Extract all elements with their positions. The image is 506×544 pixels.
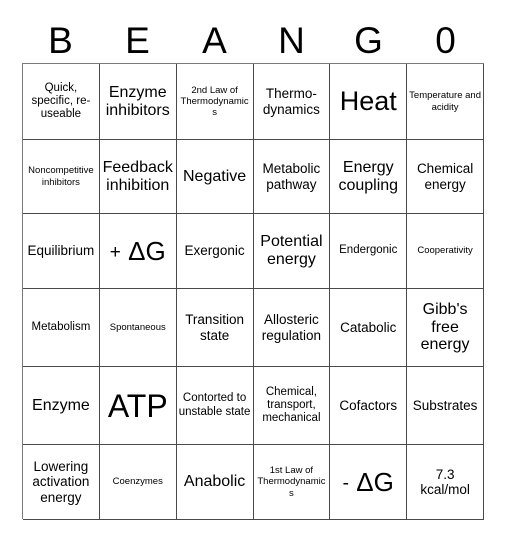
bingo-cell-label: Equilibrium: [27, 243, 95, 259]
bingo-cell[interactable]: Contorted to unstable state: [176, 367, 254, 445]
bingo-cell[interactable]: Endergonic: [330, 214, 408, 289]
bingo-cell-label: Chemical energy: [416, 161, 474, 192]
bingo-header-letter-0: B: [48, 20, 73, 61]
bingo-cell-label: Endergonic: [339, 244, 398, 257]
bingo-cell-label: 2nd Law of Thermodynamics: [180, 84, 249, 119]
bingo-cell-label: Heat: [339, 86, 397, 117]
bingo-cell-label: Cooperativity: [417, 245, 473, 257]
bingo-cell[interactable]: 1st Law of Thermodynamics: [253, 445, 331, 520]
bingo-cell-label: Potential energy: [260, 233, 323, 268]
bingo-cell[interactable]: Noncompetitive inhibitors: [23, 140, 100, 214]
bingo-cell-label: Thermo-dynamics: [262, 86, 320, 117]
bingo-cell-label: Feedback inhibition: [102, 158, 173, 194]
bingo-cell-label: Negative: [183, 167, 247, 185]
bingo-cell-label: 7.3 kcal/mol: [420, 466, 470, 497]
bingo-cell[interactable]: Thermo-dynamics: [253, 64, 331, 140]
bingo-cell-label: Cofactors: [339, 397, 398, 413]
bingo-cell-label: Lowering activation energy: [32, 459, 90, 505]
bingo-cell-label: Coenzymes: [112, 476, 163, 488]
bingo-cell-label: Enzyme inhibitors: [105, 83, 170, 119]
bingo-cell-label: Enzyme: [32, 396, 90, 414]
bingo-header-letter-1: E: [125, 20, 150, 61]
bingo-card: B E A N G 0 Quick, specific, re-useable Enzyme…: [0, 0, 506, 544]
bingo-cell-label: Chemical, transport, mechanical: [262, 385, 321, 425]
bingo-cell[interactable]: Coenzymes: [99, 445, 177, 520]
bingo-cell-label: Substrates: [412, 397, 478, 413]
bingo-cell-label: 1st Law of Thermodynamics: [257, 465, 326, 499]
bingo-cell-label: Gibb's free energy: [420, 300, 470, 354]
bingo-cell-label: Exergonic: [184, 243, 245, 259]
bingo-cell-label: Allosteric regulation: [261, 312, 322, 343]
bingo-header-letter-4: G: [354, 20, 383, 61]
bingo-cell[interactable]: + ΔG: [99, 214, 177, 289]
bingo-cell[interactable]: Chemical, transport, mechanical: [253, 367, 331, 445]
bingo-cell[interactable]: Spontaneous: [99, 289, 177, 367]
bingo-cell[interactable]: Enzyme inhibitors: [99, 64, 177, 140]
bingo-cell[interactable]: Anabolic: [176, 445, 254, 520]
bingo-cell[interactable]: Energy coupling: [330, 140, 408, 214]
bingo-cell[interactable]: Gibb's free energy: [407, 289, 484, 367]
bingo-cell-label: ATP: [107, 387, 168, 424]
bingo-cell[interactable]: Cooperativity: [407, 214, 484, 289]
bingo-cell-label: Catabolic: [340, 319, 397, 335]
bingo-header-letter-2: A: [202, 20, 227, 61]
bingo-cell[interactable]: Cofactors: [330, 367, 408, 445]
bingo-cell-label: Energy coupling: [338, 158, 399, 194]
bingo-cell[interactable]: Potential energy: [253, 214, 331, 289]
bingo-cell-label: Quick, specific, re-useable: [31, 81, 91, 121]
bingo-header-letter-3: N: [278, 20, 305, 61]
bingo-cell-label: Metabolism: [31, 320, 91, 333]
bingo-cell-label: Metabolic pathway: [262, 161, 321, 192]
bingo-cell-label: Spontaneous: [109, 321, 166, 333]
bingo-cell[interactable]: Heat: [330, 64, 408, 140]
bingo-cell[interactable]: Metabolism: [23, 289, 100, 367]
bingo-cell[interactable]: Enzyme: [23, 367, 100, 445]
bingo-grid: Quick, specific, re-useable Enzyme inhibi…: [22, 63, 484, 520]
bingo-cell[interactable]: 7.3 kcal/mol: [407, 445, 484, 520]
bingo-cell-label: + ΔG: [109, 236, 166, 266]
bingo-cell[interactable]: Negative: [176, 140, 254, 214]
bingo-cell-label: Contorted to unstable state: [178, 392, 251, 418]
bingo-cell-label: Anabolic: [183, 473, 246, 491]
bingo-cell[interactable]: Lowering activation energy: [23, 445, 100, 520]
bingo-cell[interactable]: Allosteric regulation: [253, 289, 331, 367]
bingo-cell[interactable]: Exergonic: [176, 214, 254, 289]
bingo-cell-label: - ΔG: [342, 467, 394, 497]
bingo-cell[interactable]: Catabolic: [330, 289, 408, 367]
bingo-header-row: B E A N G 0: [22, 8, 484, 61]
bingo-cell[interactable]: ATP: [99, 367, 177, 445]
bingo-cell[interactable]: Chemical energy: [407, 140, 484, 214]
bingo-cell[interactable]: Temperature and acidity: [407, 64, 484, 140]
bingo-header-letter-5: 0: [435, 20, 456, 61]
bingo-cell[interactable]: Metabolic pathway: [253, 140, 331, 214]
bingo-cell-label: Noncompetitive inhibitors: [28, 165, 94, 188]
bingo-cell[interactable]: Quick, specific, re-useable: [23, 64, 100, 140]
bingo-cell[interactable]: 2nd Law of Thermodynamics: [176, 64, 254, 140]
bingo-cell[interactable]: - ΔG: [330, 445, 408, 520]
bingo-cell-label: Transition state: [185, 312, 244, 343]
bingo-cell[interactable]: Substrates: [407, 367, 484, 445]
bingo-cell[interactable]: Equilibrium: [23, 214, 100, 289]
bingo-cell[interactable]: Transition state: [176, 289, 254, 367]
bingo-cell[interactable]: Feedback inhibition: [99, 140, 177, 214]
bingo-cell-label: Temperature and acidity: [409, 90, 481, 113]
